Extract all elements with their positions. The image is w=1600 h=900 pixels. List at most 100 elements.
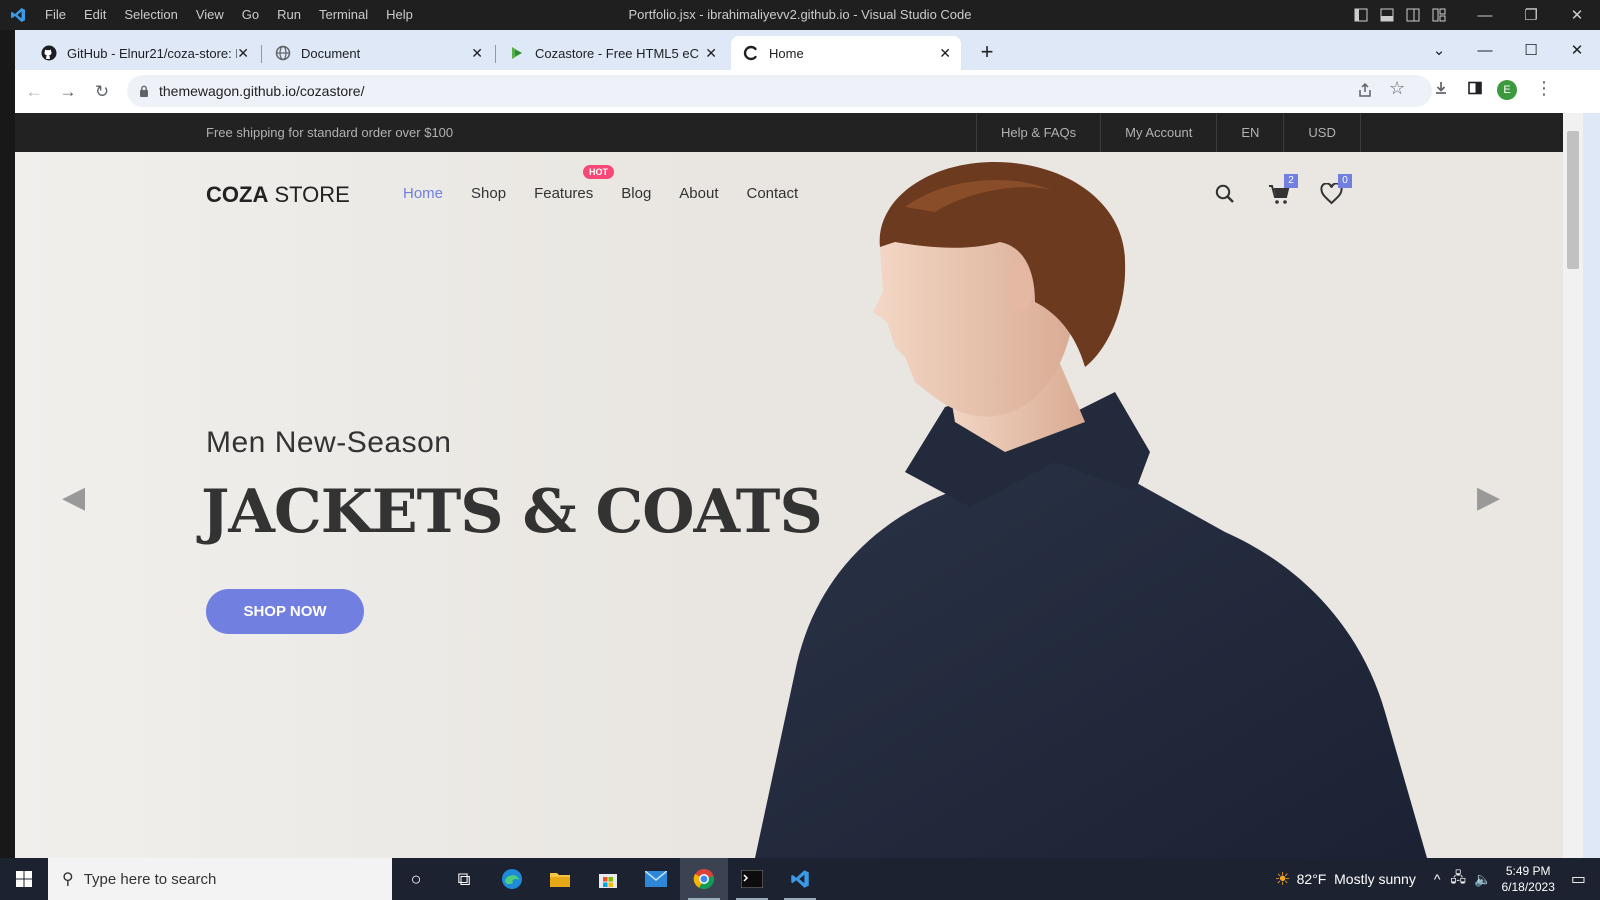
bookmark-star-icon[interactable]: ☆ <box>1389 78 1405 99</box>
toggle-panel-icon[interactable] <box>1374 8 1400 22</box>
chrome-icon[interactable] <box>680 858 728 900</box>
address-bar[interactable]: themewagon.github.io/cozastore/ ☆ <box>127 75 1432 107</box>
weather-icon[interactable]: ☀ <box>1275 869 1291 890</box>
vscode-menu-terminal[interactable]: Terminal <box>310 0 377 30</box>
maximize-icon[interactable]: ☐ <box>1508 41 1554 59</box>
nav-item-contact[interactable]: Contact <box>747 185 799 202</box>
nav-item-features[interactable]: Features <box>534 185 593 202</box>
next-slide-arrow-icon[interactable]: ▶ <box>1477 480 1500 515</box>
close-tab-icon[interactable]: ✕ <box>471 45 483 62</box>
close-tab-icon[interactable]: ✕ <box>939 45 951 62</box>
minimize-icon[interactable]: — <box>1462 42 1508 59</box>
vscode-taskbar-icon[interactable] <box>776 858 824 900</box>
topbar-link-1[interactable]: My Account <box>1100 113 1216 152</box>
share-icon[interactable] <box>1357 82 1373 98</box>
cortana-icon[interactable]: ○ <box>392 858 440 900</box>
nav-item-about[interactable]: About <box>679 185 718 202</box>
close-tab-icon[interactable]: ✕ <box>705 45 717 62</box>
tab-title: Home <box>769 45 804 61</box>
tab-title: Document <box>301 45 361 61</box>
profile-avatar[interactable]: E <box>1497 80 1517 100</box>
taskbar-search-box[interactable]: ⚲ Type here to search <box>48 858 392 900</box>
microsoft-store-icon[interactable] <box>584 858 632 900</box>
tab-github[interactable]: GitHub - Elnur21/coza-store: M ✕ <box>29 36 259 70</box>
toggle-sidebar-icon[interactable] <box>1348 8 1374 22</box>
topbar-link-3[interactable]: USD <box>1283 113 1361 152</box>
close-icon[interactable]: ✕ <box>1554 6 1600 24</box>
forward-icon[interactable]: → <box>51 82 85 102</box>
side-panel-icon[interactable] <box>1467 80 1483 96</box>
edge-icon[interactable] <box>488 858 536 900</box>
hero-slider: COZA STORE Home Shop Features Blog About Cont… <box>15 152 1563 858</box>
close-tab-icon[interactable]: ✕ <box>237 45 249 62</box>
task-view-icon[interactable]: ⧉ <box>440 858 488 900</box>
restore-icon[interactable]: ❐ <box>1508 6 1554 24</box>
vscode-menu-view[interactable]: View <box>187 0 233 30</box>
tab-home[interactable]: Home ✕ <box>731 36 961 70</box>
topbar-link-2[interactable]: EN <box>1216 113 1283 152</box>
download-icon[interactable] <box>1433 80 1449 96</box>
loading-icon <box>743 45 757 61</box>
site-logo[interactable]: COZA STORE <box>206 182 350 208</box>
topbar-link-0[interactable]: Help & FAQs <box>976 113 1100 152</box>
topbar-links: Help & FAQs My Account EN USD <box>976 113 1361 152</box>
nav-item-home[interactable]: Home <box>403 185 443 202</box>
hero-eyebrow: Men New-Season <box>206 426 452 459</box>
search-icon: ⚲ <box>62 871 74 888</box>
clock[interactable]: 5:49 PM 6/18/2023 <box>1501 863 1554 895</box>
main-nav: Home Shop Features Blog About Contact <box>403 185 826 202</box>
search-placeholder: Type here to search <box>83 870 217 888</box>
cart-count-badge: 2 <box>1284 174 1298 188</box>
vscode-menu-selection[interactable]: Selection <box>115 0 186 30</box>
mail-icon[interactable] <box>632 858 680 900</box>
shop-now-button[interactable]: SHOP NOW <box>206 589 364 634</box>
network-icon[interactable]: 🖧 <box>1450 867 1466 891</box>
tab-title: Cozastore - Free HTML5 eComr <box>535 45 699 61</box>
customize-layout-icon[interactable] <box>1426 8 1452 22</box>
vscode-logo-icon[interactable] <box>0 7 36 23</box>
vscode-menu-file[interactable]: File <box>36 0 75 30</box>
close-icon[interactable]: ✕ <box>1554 41 1600 59</box>
weather-text[interactable]: 82°F Mostly sunny <box>1297 871 1416 887</box>
lock-icon <box>140 85 148 97</box>
wishlist-count-badge: 0 <box>1338 174 1352 188</box>
web-page: Free shipping for standard order over $1… <box>15 113 1583 858</box>
browser-window: GitHub - Elnur21/coza-store: M ✕ Documen… <box>15 30 1600 858</box>
search-icon[interactable] <box>1215 184 1235 204</box>
tab-document[interactable]: Document ✕ <box>263 36 493 70</box>
more-menu-icon[interactable]: ⋮ <box>1535 78 1553 99</box>
site-topbar: Free shipping for standard order over $1… <box>15 113 1583 152</box>
browser-toolbar: ← → ↻ themewagon.github.io/cozastore/ ☆ … <box>15 70 1600 113</box>
vscode-menu-help[interactable]: Help <box>377 0 422 30</box>
toggle-secondary-sidebar-icon[interactable] <box>1400 8 1426 22</box>
browser-window-controls: ⌄ — ☐ ✕ <box>1416 30 1600 70</box>
github-icon <box>41 45 57 61</box>
volume-icon[interactable]: 🔈 <box>1474 871 1491 888</box>
back-icon[interactable]: ← <box>17 82 51 102</box>
globe-icon <box>275 45 291 61</box>
system-tray: ☀ 82°F Mostly sunny ^ 🖧 🔈 5:49 PM 6/18/2… <box>1275 858 1600 900</box>
logo-rest: STORE <box>268 182 350 207</box>
file-explorer-icon[interactable] <box>536 858 584 900</box>
terminal-icon[interactable] <box>728 858 776 900</box>
vscode-menu-run[interactable]: Run <box>268 0 310 30</box>
nav-item-blog[interactable]: Blog <box>621 185 651 202</box>
vscode-menu-go[interactable]: Go <box>233 0 268 30</box>
prev-slide-arrow-icon[interactable]: ◀ <box>62 480 85 515</box>
reload-icon[interactable]: ↻ <box>85 82 119 102</box>
vscode-activity-bar <box>0 30 15 900</box>
vscode-menu-edit[interactable]: Edit <box>75 0 115 30</box>
scrollbar-thumb[interactable] <box>1567 131 1579 269</box>
minimize-icon[interactable]: — <box>1462 7 1508 24</box>
tab-search-icon[interactable]: ⌄ <box>1416 41 1462 59</box>
tab-cozastore[interactable]: Cozastore - Free HTML5 eComr ✕ <box>497 36 727 70</box>
new-tab-button[interactable]: + <box>973 38 1001 66</box>
notifications-icon[interactable]: ▭ <box>1571 869 1586 889</box>
hero-headline: JACKETS & COATS <box>201 477 823 547</box>
hero-model-image <box>755 162 1427 858</box>
nav-item-shop[interactable]: Shop <box>471 185 506 202</box>
show-hidden-icons-icon[interactable]: ^ <box>1434 871 1441 887</box>
windows-start-icon[interactable] <box>0 871 48 887</box>
shipping-notice: Free shipping for standard order over $1… <box>206 125 454 140</box>
tab-title: GitHub - Elnur21/coza-store: M <box>67 45 237 61</box>
